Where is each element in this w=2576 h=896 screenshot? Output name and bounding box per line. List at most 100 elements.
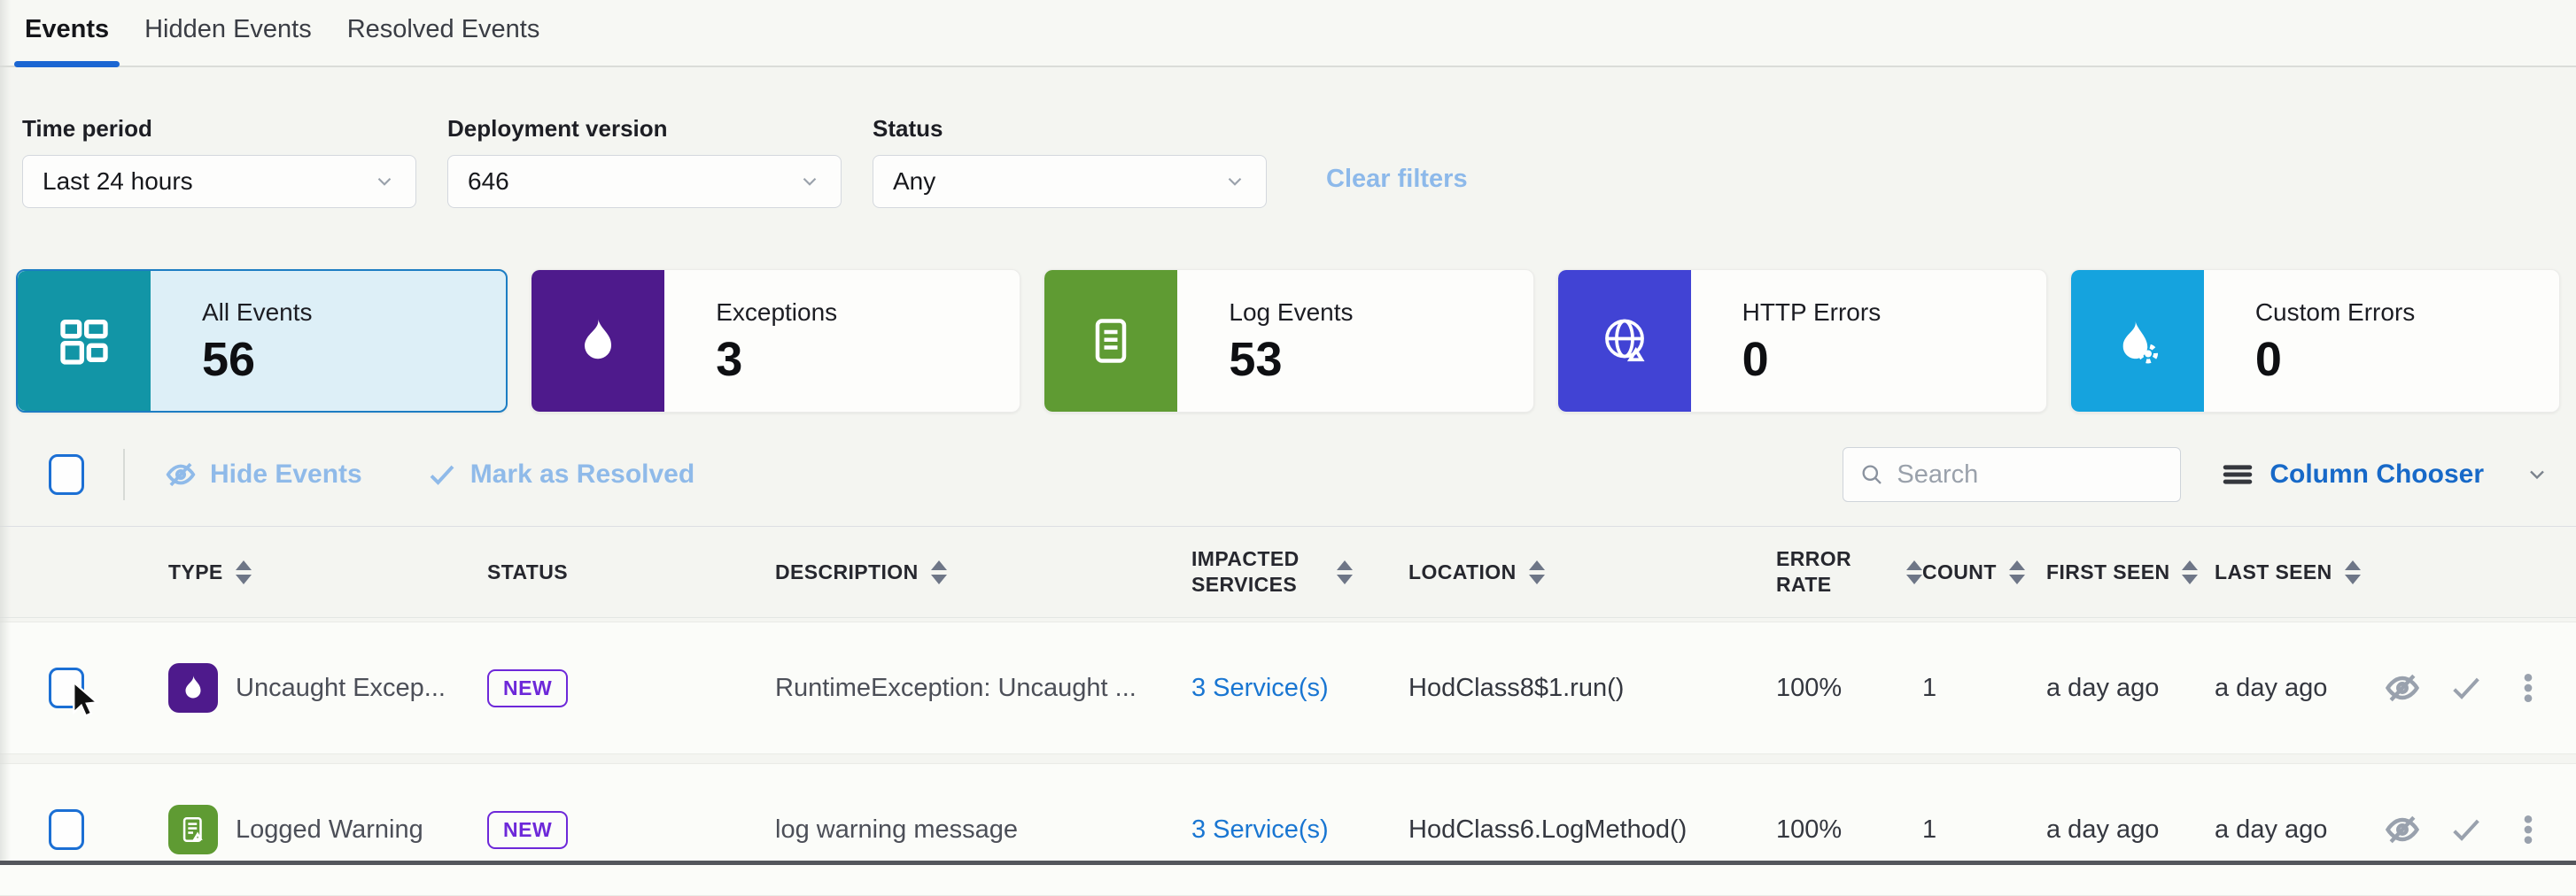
bottom-bar [0, 861, 2576, 865]
stat-card-label: Custom Errors [2255, 298, 2415, 327]
stat-card-label: Exceptions [716, 298, 837, 327]
flame-icon [531, 270, 664, 412]
filter-bar: Time period Last 24 hours Deployment ver… [0, 67, 2576, 208]
hide-event-icon[interactable] [2383, 810, 2422, 849]
stat-card-label: All Events [202, 298, 313, 327]
error-rate-value: 100% [1776, 674, 1922, 703]
time-period-value: Last 24 hours [43, 167, 193, 196]
status-select[interactable]: Any [873, 155, 1267, 208]
search-input[interactable] [1897, 460, 2164, 490]
column-header-first-seen[interactable]: FIRST SEEN [2046, 560, 2215, 585]
tab-resolved-events[interactable]: Resolved Events [347, 15, 540, 66]
error-rate-value: 100% [1776, 815, 1922, 845]
stat-card-value: 3 [716, 336, 837, 383]
row-actions [2383, 810, 2551, 849]
stat-card-exceptions[interactable]: Exceptions 3 [531, 269, 1020, 413]
column-chooser-button[interactable]: Column Chooser [2222, 460, 2549, 490]
event-type-label: Logged Warning [236, 815, 423, 845]
deployment-version-value: 646 [468, 167, 509, 196]
stat-cards: All Events 56 Exceptions 3 Log Events 53 [16, 269, 2560, 413]
clear-filters-button[interactable]: Clear filters [1326, 165, 1468, 194]
sort-arrows-icon [2009, 560, 2025, 584]
last-seen-value: a day ago [2215, 815, 2383, 845]
event-description: RuntimeException: Uncaught ... [775, 674, 1191, 703]
mark-resolved-label: Mark as Resolved [470, 460, 694, 490]
column-header-description[interactable]: DESCRIPTION [775, 560, 1191, 585]
column-header-error-rate[interactable]: ERROR RATE [1776, 546, 1922, 598]
stat-card-http-errors[interactable]: HTTP Errors 0 [1557, 269, 2047, 413]
sort-arrows-icon [2182, 560, 2198, 584]
stat-card-value: 0 [1742, 336, 1882, 383]
event-location: HodClass6.LogMethod() [1408, 815, 1776, 845]
hamburger-icon [2222, 461, 2254, 488]
row-checkbox[interactable] [49, 668, 84, 708]
first-seen-value: a day ago [2046, 674, 2215, 703]
count-value: 1 [1922, 674, 2046, 703]
globe-error-icon [1558, 270, 1691, 412]
stat-card-all-events[interactable]: All Events 56 [16, 269, 508, 413]
kebab-menu-icon[interactable] [2510, 812, 2546, 847]
stat-card-label: Log Events [1229, 298, 1353, 327]
table-row: Uncaught Excep... NEW RuntimeException: … [0, 622, 2576, 754]
column-header-last-seen[interactable]: LAST SEEN [2215, 560, 2383, 585]
column-header-type[interactable]: TYPE [168, 560, 487, 585]
tab-hidden-events[interactable]: Hidden Events [144, 15, 312, 66]
row-actions [2383, 668, 2551, 707]
sort-arrows-icon [1337, 560, 1353, 584]
sort-arrows-icon [2345, 560, 2361, 584]
mark-resolved-button[interactable]: Mark as Resolved [426, 459, 694, 490]
hide-events-button[interactable]: Hide Events [164, 458, 362, 491]
tab-events[interactable]: Events [25, 15, 109, 66]
grid-icon [18, 271, 151, 411]
sort-arrows-icon [931, 560, 947, 584]
column-header-count[interactable]: COUNT [1922, 560, 2046, 585]
column-header-location[interactable]: LOCATION [1408, 560, 1776, 585]
type-cell: Logged Warning [168, 805, 487, 854]
table-toolbar: Hide Events Mark as Resolved Column Choo… [0, 446, 2576, 503]
deployment-version-select[interactable]: 646 [447, 155, 842, 208]
filter-status: Status Any [873, 115, 1267, 208]
stat-card-custom-errors[interactable]: Custom Errors 0 [2070, 269, 2560, 413]
impacted-services-link[interactable]: 3 Service(s) [1191, 815, 1329, 844]
kebab-menu-icon[interactable] [2510, 670, 2546, 706]
tab-bar: Events Hidden Events Resolved Events [0, 0, 2576, 67]
impacted-services-link[interactable]: 3 Service(s) [1191, 674, 1329, 702]
stat-card-log-events[interactable]: Log Events 53 [1044, 269, 1533, 413]
table-row: Logged Warning NEW log warning message 3… [0, 763, 2576, 896]
sort-arrows-icon [1529, 560, 1545, 584]
hide-event-icon[interactable] [2383, 668, 2422, 707]
filter-time-period: Time period Last 24 hours [22, 115, 416, 208]
search-icon [1859, 460, 1884, 489]
chevron-down-icon [373, 170, 396, 193]
chevron-down-icon [2525, 462, 2549, 487]
event-type-label: Uncaught Excep... [236, 674, 446, 703]
first-seen-value: a day ago [2046, 815, 2215, 845]
column-chooser-label: Column Chooser [2270, 460, 2484, 490]
eye-slash-icon [164, 458, 198, 491]
select-all-checkbox[interactable] [49, 454, 84, 495]
stat-card-label: HTTP Errors [1742, 298, 1882, 327]
toolbar-divider [123, 449, 125, 500]
event-description: log warning message [775, 815, 1191, 845]
row-checkbox[interactable] [49, 809, 84, 850]
search-box [1843, 447, 2181, 502]
hide-events-label: Hide Events [210, 460, 362, 490]
log-warning-icon [168, 805, 218, 854]
flame-gear-icon [2071, 270, 2204, 412]
sort-arrows-icon [236, 560, 252, 584]
status-badge: NEW [487, 669, 568, 707]
event-location: HodClass8$1.run() [1408, 674, 1776, 703]
resolve-event-icon[interactable] [2448, 670, 2484, 706]
column-header-status: STATUS [487, 560, 775, 585]
stat-card-value: 56 [202, 336, 313, 383]
count-value: 1 [1922, 815, 2046, 845]
table-header: TYPE STATUS DESCRIPTION IMPACTED SERVICE… [0, 526, 2576, 618]
stat-card-value: 0 [2255, 336, 2415, 383]
column-header-impacted-services[interactable]: IMPACTED SERVICES [1191, 546, 1408, 598]
check-icon [426, 459, 458, 490]
resolve-event-icon[interactable] [2448, 812, 2484, 847]
exception-flame-icon [168, 663, 218, 713]
time-period-select[interactable]: Last 24 hours [22, 155, 416, 208]
stat-card-value: 53 [1229, 336, 1353, 383]
chevron-down-icon [798, 170, 821, 193]
